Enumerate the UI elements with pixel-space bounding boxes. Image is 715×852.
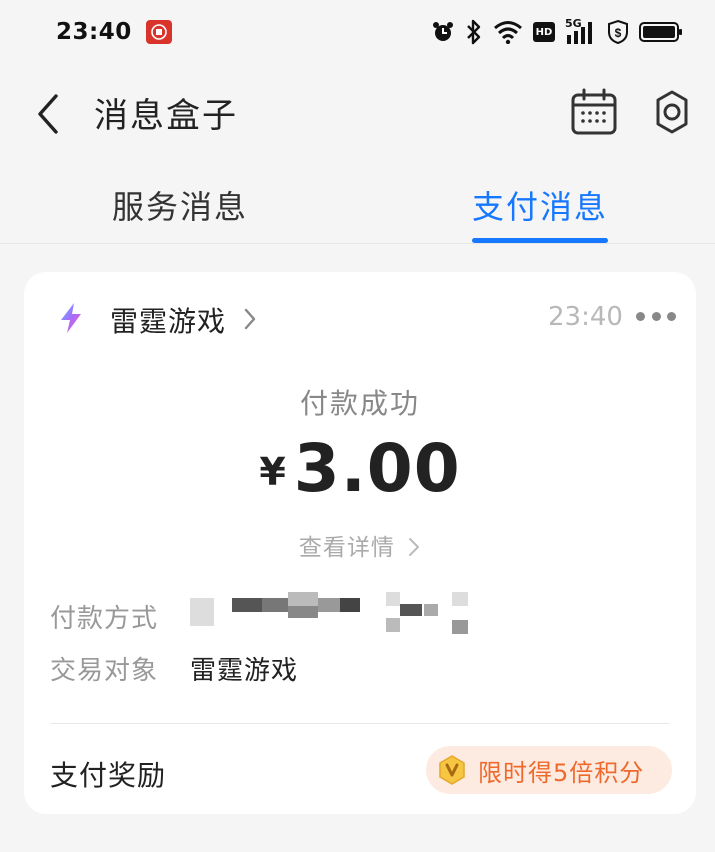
calendar-button[interactable] — [570, 88, 618, 136]
signal-5g-icon: 5G — [565, 17, 597, 45]
payment-amount: ¥3.00 — [24, 430, 696, 507]
more-dot — [667, 311, 676, 321]
view-details-link[interactable]: 查看详情 — [24, 528, 696, 562]
chevron-right-icon — [409, 538, 420, 556]
bluetooth-icon — [465, 19, 483, 45]
trade-object-label: 交易对象 — [50, 656, 159, 686]
back-arrow-icon — [38, 94, 58, 134]
tab-service-messages[interactable]: 服务消息 — [112, 182, 248, 228]
wifi-icon — [493, 20, 523, 44]
payment-reward-label: 支付奖励 — [50, 759, 167, 792]
coin-v-icon — [439, 755, 465, 785]
active-tab-indicator — [472, 238, 608, 243]
view-details-label: 查看详情 — [298, 535, 395, 561]
currency-symbol: ¥ — [259, 450, 286, 494]
chevron-right-icon[interactable] — [242, 306, 258, 338]
shield-dollar-icon: $ — [607, 19, 629, 45]
more-options-button[interactable] — [636, 302, 676, 330]
message-tabs: 服务消息 支付消息 — [0, 164, 715, 244]
app-notification-icon — [145, 20, 172, 44]
page-title: 消息盒子 — [94, 96, 238, 136]
trade-object-value: 雷霆游戏 — [190, 656, 299, 686]
amount-value: 3.00 — [293, 430, 461, 507]
status-time: 23:40 — [56, 19, 132, 45]
alarm-icon — [431, 20, 455, 44]
calendar-icon — [571, 88, 617, 135]
status-bar: 23:40 HD 5G $ — [0, 0, 715, 64]
back-button[interactable] — [30, 92, 66, 136]
lightning-icon — [56, 302, 86, 334]
divider — [50, 723, 670, 724]
reward-badge[interactable]: 限时得5倍积分 — [426, 746, 672, 794]
payment-method-masked-value — [190, 590, 480, 636]
app-header: 消息盒子 — [0, 64, 715, 160]
battery-icon — [639, 21, 683, 43]
settings-button[interactable] — [650, 88, 694, 136]
svg-text:$: $ — [615, 26, 622, 40]
gear-icon — [656, 90, 688, 134]
more-dot — [636, 311, 645, 321]
reward-text: 限时得5倍积分 — [478, 758, 645, 787]
tab-payment-messages[interactable]: 支付消息 — [472, 182, 608, 228]
hd-icon: HD — [533, 22, 555, 42]
merchant-name[interactable]: 雷霆游戏 — [110, 300, 226, 340]
payment-method-label: 付款方式 — [50, 604, 159, 634]
more-dot — [651, 311, 661, 321]
payment-status: 付款成功 — [299, 387, 420, 420]
payment-message-card[interactable]: 雷霆游戏 23:40 付款成功 ¥3.00 查看详情 付款方式 交易对象 雷霆游… — [24, 272, 696, 814]
message-time: 23:40 — [548, 302, 623, 332]
